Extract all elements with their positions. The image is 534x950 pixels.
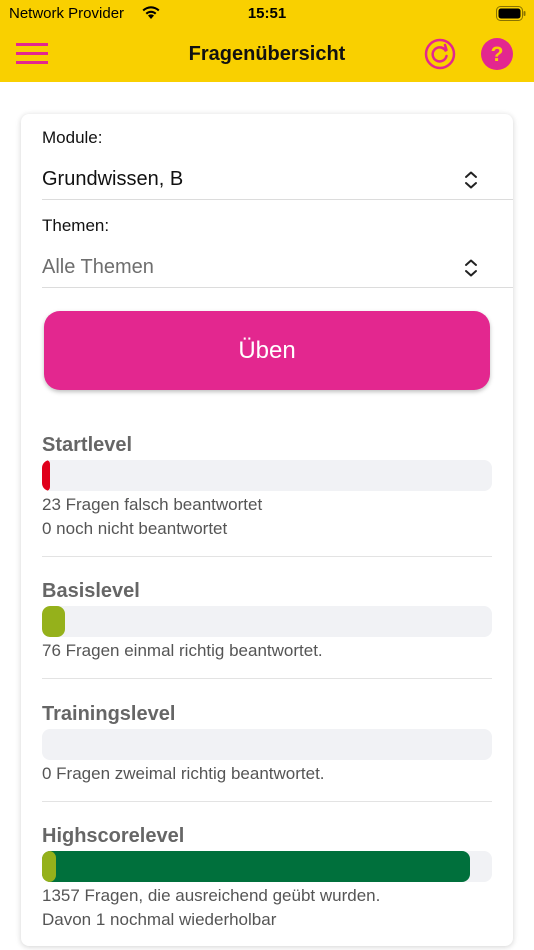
svg-text:?: ?	[491, 43, 504, 66]
themes-value: Alle Themen	[42, 256, 154, 278]
divider	[42, 678, 492, 679]
chevron-up-down-icon	[465, 171, 477, 189]
divider	[42, 556, 492, 557]
module-value: Grundwissen, B	[42, 168, 184, 190]
themes-label: Themen:	[42, 216, 110, 235]
level-title: Highscorelevel	[42, 825, 185, 847]
status-time: 15:51	[247, 5, 287, 22]
level-progress-bar	[42, 606, 492, 637]
level-description-line: 0 noch nicht beantwortet	[42, 519, 228, 538]
level-description-line: 1357 Fragen, die ausreichend geübt wurde…	[42, 886, 381, 905]
battery-icon	[496, 6, 526, 21]
level-title: Basislevel	[42, 580, 140, 602]
level-description-line: 23 Fragen falsch beantwortet	[42, 495, 263, 514]
themes-select[interactable]: Alle Themen	[42, 248, 513, 288]
module-select[interactable]: Grundwissen, B	[42, 160, 513, 200]
level-title: Startlevel	[42, 434, 133, 456]
status-bar: Network Provider 15:51	[0, 0, 534, 28]
refresh-icon[interactable]	[424, 38, 456, 70]
practice-button[interactable]: Üben	[44, 311, 490, 390]
divider	[42, 801, 492, 802]
level-description-line: 76 Fragen einmal richtig beantwortet.	[42, 641, 323, 660]
progress-fill	[42, 851, 470, 882]
question-overview-card: Module: Grundwissen, B Themen: Alle Them…	[21, 114, 513, 946]
level-progress-bar	[42, 851, 492, 882]
level-highscorelevel: Highscorelevel 1357 Fragen, die ausreich…	[42, 822, 492, 932]
progress-fill	[42, 851, 56, 882]
progress-fill	[42, 460, 50, 491]
app-header: Network Provider 15:51 Fragenübersicht ?	[0, 0, 534, 82]
level-description-line: Davon 1 nochmal wiederholbar	[42, 910, 277, 929]
level-title: Trainingslevel	[42, 703, 176, 725]
level-trainingslevel: Trainingslevel 0 Fragen zweimal richtig …	[42, 700, 492, 786]
module-label: Module:	[42, 128, 103, 147]
level-progress-bar	[42, 729, 492, 760]
chevron-up-down-icon	[465, 259, 477, 277]
level-basislevel: Basislevel 76 Fragen einmal richtig bean…	[42, 577, 492, 663]
level-progress-bar	[42, 460, 492, 491]
progress-fill	[42, 606, 65, 637]
help-question-icon[interactable]: ?	[481, 38, 513, 70]
level-startlevel: Startlevel 23 Fragen falsch beantwortet …	[42, 431, 492, 541]
level-description-line: 0 Fragen zweimal richtig beantwortet.	[42, 764, 325, 783]
